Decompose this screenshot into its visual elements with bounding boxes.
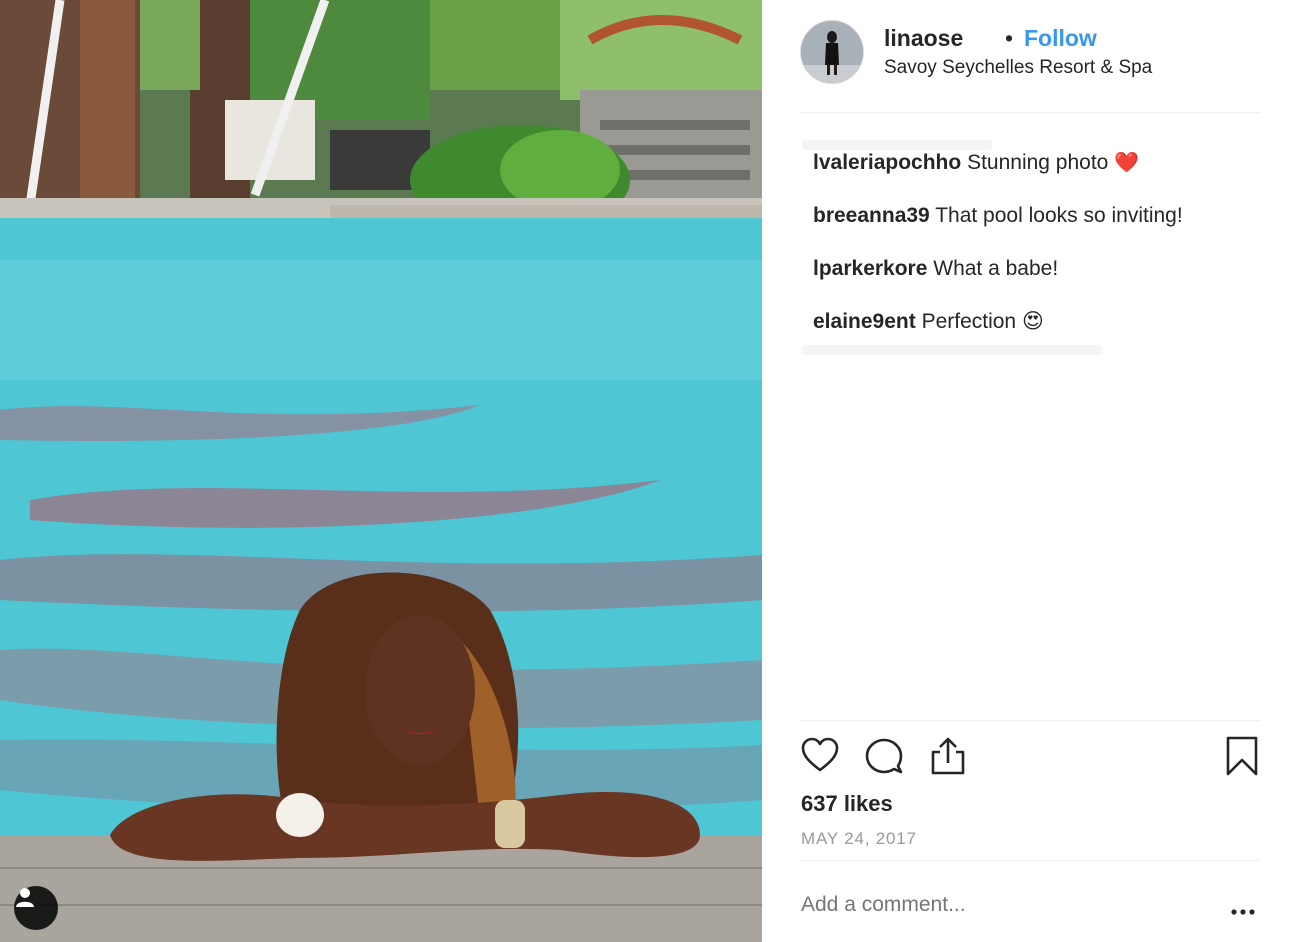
heart-eyes-emoji: 😍 bbox=[1021, 310, 1044, 333]
comment-text: Stunning photo bbox=[967, 151, 1109, 174]
faded-text-line bbox=[802, 140, 992, 150]
comment-item: lparkerkore What a babe! bbox=[813, 256, 1253, 282]
avatar[interactable] bbox=[800, 20, 864, 84]
comment-text: That pool looks so inviting! bbox=[935, 204, 1183, 227]
post-actions bbox=[800, 736, 1260, 780]
comment-text: What a babe! bbox=[933, 257, 1059, 280]
post-photo[interactable] bbox=[0, 0, 762, 942]
like-button[interactable] bbox=[800, 736, 840, 781]
comment-username[interactable]: elaine9ent bbox=[813, 310, 916, 333]
heart-icon bbox=[801, 737, 839, 772]
comment-item: elaine9ent Perfection 😍 bbox=[813, 309, 1253, 335]
comment-username[interactable]: lparkerkore bbox=[813, 257, 927, 280]
more-options-button[interactable] bbox=[1230, 904, 1256, 922]
comment-button[interactable] bbox=[864, 736, 904, 781]
likes-count[interactable]: 637 likes bbox=[801, 791, 893, 817]
comment-item: breeanna39 That pool looks so inviting! bbox=[813, 203, 1253, 229]
user-icon bbox=[16, 888, 34, 907]
comments-list: lvaleriapochho Stunning photo ❤️ breeann… bbox=[813, 150, 1253, 362]
follow-button[interactable]: Follow bbox=[1024, 25, 1097, 52]
ellipsis-icon bbox=[1231, 909, 1255, 915]
speech-bubble-icon bbox=[865, 738, 903, 774]
save-button[interactable] bbox=[1224, 736, 1260, 781]
separator-dot: • bbox=[1005, 25, 1014, 51]
share-icon bbox=[931, 737, 965, 775]
post-header: linaose • Follow Savoy Seychelles Resort… bbox=[800, 18, 1260, 112]
comment-username[interactable]: breeanna39 bbox=[813, 204, 930, 227]
add-comment-input[interactable] bbox=[801, 893, 1181, 917]
post-sidebar: linaose • Follow Savoy Seychelles Resort… bbox=[762, 0, 1294, 942]
header-divider bbox=[800, 112, 1260, 113]
heart-emoji: ❤️ bbox=[1114, 152, 1140, 174]
bookmark-icon bbox=[1226, 736, 1258, 776]
post-date[interactable]: MAY 24, 2017 bbox=[801, 829, 917, 849]
comment-item: lvaleriapochho Stunning photo ❤️ bbox=[813, 150, 1253, 176]
share-button[interactable] bbox=[928, 736, 968, 781]
avatar-image bbox=[801, 21, 863, 83]
location-link[interactable]: Savoy Seychelles Resort & Spa bbox=[884, 57, 1152, 79]
comment-username[interactable]: lvaleriapochho bbox=[813, 151, 961, 174]
comment-text: Perfection bbox=[921, 310, 1017, 333]
user-tag-button[interactable] bbox=[14, 886, 58, 930]
comment-divider bbox=[800, 860, 1260, 861]
actions-divider bbox=[800, 720, 1260, 721]
username-link[interactable]: linaose bbox=[884, 25, 963, 52]
pool-scene-image bbox=[0, 0, 762, 942]
